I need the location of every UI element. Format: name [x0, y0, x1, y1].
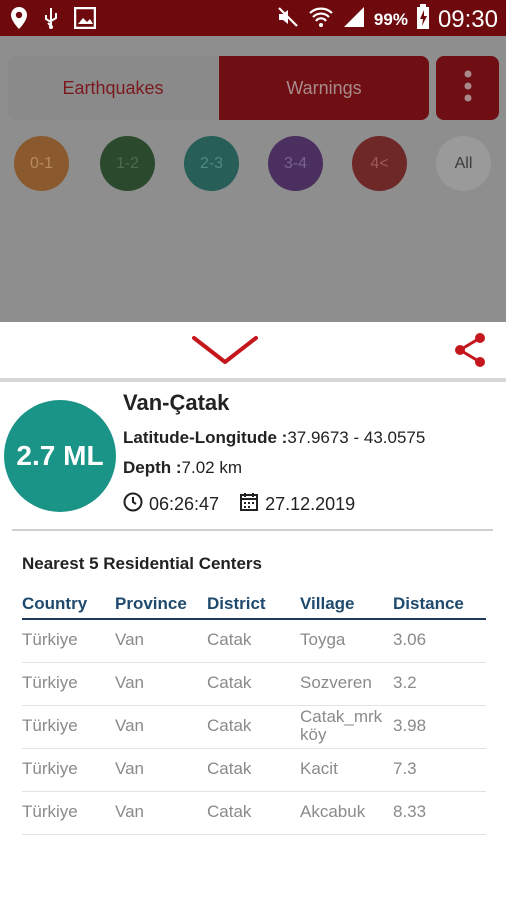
cell-province: Van	[115, 759, 144, 778]
wifi-icon	[308, 5, 334, 34]
cell-province: Van	[115, 716, 144, 735]
more-menu-button[interactable]	[436, 56, 499, 120]
share-icon	[450, 333, 490, 374]
latlon-row: Latitude-Longitude :37.9673 - 43.0575	[123, 428, 425, 448]
cell-country: Türkiye	[22, 802, 78, 821]
sheet-header	[0, 322, 506, 382]
cell-province: Van	[115, 802, 144, 821]
table-row: Türkiye Van Catak Toyga 3.06	[22, 620, 486, 663]
event-date: 27.12.2019	[265, 494, 356, 514]
header-district: District	[207, 594, 266, 613]
more-vert-icon	[464, 70, 472, 107]
cell-province: Van	[115, 673, 144, 692]
signal-icon	[342, 5, 366, 34]
cell-country: Türkiye	[22, 630, 78, 649]
cell-country: Türkiye	[22, 759, 78, 778]
filter-all[interactable]: All	[436, 136, 491, 191]
datetime-row: 06:26:47 27.12.2019	[123, 492, 355, 517]
cell-distance: 7.3	[393, 759, 417, 778]
cell-district: Catak	[207, 802, 252, 821]
calendar-icon	[239, 492, 259, 517]
collapse-sheet-button[interactable]	[190, 332, 260, 368]
cell-village: Akcabuk	[300, 802, 366, 821]
cell-distance: 3.2	[393, 673, 417, 692]
latlon-value: 37.9673 - 43.0575	[287, 428, 426, 447]
cell-village: Catak_mrkköy	[300, 708, 383, 744]
status-bar: 99% 09:30	[0, 0, 506, 36]
filter-4-plus[interactable]: 4<	[352, 136, 407, 191]
table-row: Türkiye Van Catak Kacit 7.3	[22, 749, 486, 792]
filter-1-2[interactable]: 1-2	[100, 136, 155, 191]
header-country: Country	[22, 594, 88, 613]
filter-0-1[interactable]: 0-1	[14, 136, 69, 191]
depth-row: Depth :7.02 km	[123, 458, 242, 478]
image-icon	[73, 6, 97, 34]
filter-2-3[interactable]: 2-3	[184, 136, 239, 191]
share-button[interactable]	[450, 330, 490, 370]
cell-village: Sozveren	[300, 673, 372, 692]
table-row: Türkiye Van Catak Sozveren 3.2	[22, 663, 486, 706]
battery-charging-icon	[416, 4, 430, 35]
depth-value: 7.02 km	[181, 458, 243, 477]
clock: 09:30	[437, 5, 498, 33]
nearest-centers-table: Country Province District Village Distan…	[22, 592, 486, 835]
event-time: 06:26:47	[149, 494, 220, 514]
cell-distance: 3.98	[393, 716, 427, 735]
filter-3-4[interactable]: 3-4	[268, 136, 323, 191]
divider	[12, 529, 493, 531]
usb-icon	[42, 6, 60, 35]
nearest-centers-title: Nearest 5 Residential Centers	[22, 554, 262, 573]
battery-percentage: 99%	[373, 9, 408, 29]
mute-icon	[276, 5, 300, 34]
tab-bar: Earthquakes Warnings	[8, 56, 499, 120]
table-row: Türkiye Van Catak Catak_mrkköy 3.98	[22, 706, 486, 749]
header-distance: Distance	[393, 594, 464, 613]
tab-earthquakes[interactable]: Earthquakes	[8, 56, 218, 120]
location-icon	[10, 6, 28, 35]
status-system: 99% 09:30	[276, 4, 498, 35]
earthquake-detail-sheet: 2.7 ML Van-Çatak Latitude-Longitude :37.…	[0, 322, 506, 900]
cell-province: Van	[115, 630, 144, 649]
header-village: Village	[300, 594, 355, 613]
tab-warnings[interactable]: Warnings	[219, 56, 429, 120]
cell-district: Catak	[207, 630, 252, 649]
header-province: Province	[115, 594, 187, 613]
location-title: Van-Çatak	[123, 390, 230, 415]
table-row: Türkiye Van Catak Akcabuk 8.33	[22, 792, 486, 835]
chevron-down-icon	[190, 336, 260, 372]
magnitude-badge: 2.7 ML	[4, 400, 116, 512]
cell-country: Türkiye	[22, 673, 78, 692]
cell-village: Kacit	[300, 759, 338, 778]
table-header: Country Province District Village Distan…	[22, 592, 486, 620]
app-background-dimmed: Earthquakes Warnings 0-1 1-2 2-3 3-4 4< …	[0, 36, 506, 322]
cell-distance: 3.06	[393, 630, 427, 649]
cell-distance: 8.33	[393, 802, 427, 821]
magnitude-filter-bar: 0-1 1-2 2-3 3-4 4< All	[14, 136, 494, 192]
status-notifications	[10, 6, 97, 35]
depth-label: Depth :	[123, 458, 182, 477]
cell-district: Catak	[207, 716, 252, 735]
clock-icon	[123, 492, 143, 517]
cell-district: Catak	[207, 759, 252, 778]
cell-district: Catak	[207, 673, 252, 692]
cell-village: Toyga	[300, 630, 346, 649]
latlon-label: Latitude-Longitude :	[123, 428, 288, 447]
cell-country: Türkiye	[22, 716, 78, 735]
